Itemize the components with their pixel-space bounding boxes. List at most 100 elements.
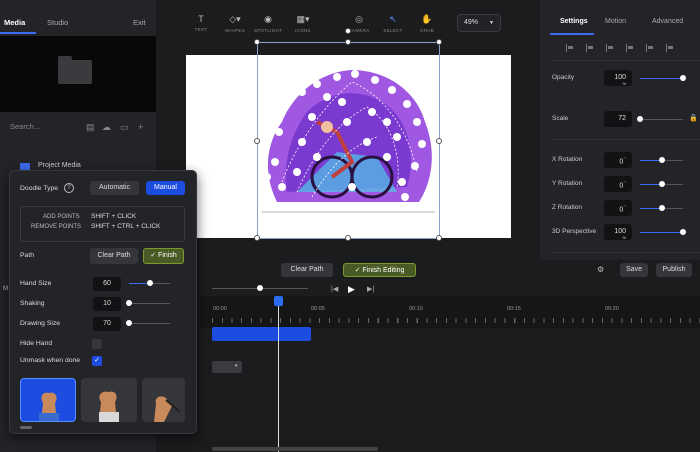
property-slider[interactable] bbox=[640, 78, 683, 79]
property-label: Z Rotation bbox=[552, 204, 582, 211]
resize-handle[interactable] bbox=[436, 39, 442, 45]
align-right-icon[interactable] bbox=[606, 44, 614, 52]
resize-handle[interactable] bbox=[254, 235, 260, 241]
property-label: Opacity bbox=[552, 74, 575, 81]
drawing-size-input[interactable]: 70 bbox=[93, 317, 121, 331]
property-input[interactable]: 72 bbox=[604, 111, 632, 127]
drawing-size-slider[interactable] bbox=[129, 323, 170, 324]
lock-icon[interactable]: 🔒 bbox=[689, 114, 698, 122]
hand-option[interactable] bbox=[81, 378, 137, 422]
resize-handle[interactable] bbox=[254, 39, 260, 45]
timeline-clip[interactable] bbox=[212, 327, 311, 341]
timeline-clip[interactable]: ● bbox=[212, 361, 242, 373]
active-tab-indicator bbox=[550, 33, 594, 35]
property-slider[interactable] bbox=[640, 119, 683, 120]
hand-icon bbox=[99, 391, 119, 422]
hand-option[interactable] bbox=[142, 378, 185, 422]
shaking-slider[interactable] bbox=[129, 303, 170, 304]
remove-points-label: REMOVE POINTS bbox=[31, 224, 82, 230]
app-window: Media Studio Exit Search... ▤ ☁ ▭ + Proj… bbox=[0, 0, 700, 452]
align-left-icon[interactable] bbox=[566, 44, 574, 52]
finish-editing-button[interactable]: ✓ Finish Editing bbox=[343, 263, 416, 277]
search-input[interactable]: Search... bbox=[10, 122, 40, 131]
property-slider-thumb[interactable] bbox=[658, 181, 665, 187]
skip-back-icon[interactable]: |◀ bbox=[331, 285, 338, 293]
manual-button[interactable]: Manual bbox=[146, 181, 185, 195]
drawing-size-thumb[interactable] bbox=[126, 320, 132, 326]
clear-path-button[interactable]: Clear Path bbox=[90, 248, 138, 264]
publish-button[interactable]: Publish bbox=[656, 263, 692, 277]
property-slider-thumb[interactable] bbox=[680, 229, 686, 235]
shaking-thumb[interactable] bbox=[126, 300, 132, 306]
align-center-icon[interactable] bbox=[586, 44, 594, 52]
playhead-knob[interactable] bbox=[274, 296, 283, 306]
property-slider-thumb[interactable] bbox=[658, 157, 665, 163]
tab-studio[interactable]: Studio bbox=[47, 18, 68, 27]
left-tabs: Media Studio Exit bbox=[0, 12, 156, 34]
divider bbox=[550, 252, 700, 253]
gear-icon[interactable]: ⚙ bbox=[597, 265, 604, 274]
exit-button[interactable]: Exit bbox=[133, 18, 146, 27]
tab-media[interactable]: Media bbox=[4, 18, 25, 27]
icons-icon: ▦▾ bbox=[296, 14, 310, 24]
zoom-select[interactable]: 49% ▼ bbox=[457, 14, 501, 32]
property-input[interactable]: 0 ° bbox=[604, 176, 632, 192]
timeline-zoom-thumb[interactable] bbox=[257, 285, 263, 291]
new-folder-icon[interactable]: ▭ bbox=[120, 122, 129, 133]
property-label: X Rotation bbox=[552, 156, 583, 163]
clear-path-button[interactable]: Clear Path bbox=[281, 263, 333, 277]
help-icon[interactable]: ? bbox=[64, 183, 74, 193]
property-input[interactable]: 0 ° bbox=[604, 200, 632, 216]
save-button[interactable]: Save bbox=[620, 263, 648, 277]
keyframe-icon: ● bbox=[234, 363, 238, 369]
rotate-handle[interactable] bbox=[345, 28, 351, 34]
play-icon[interactable]: ▶ bbox=[348, 284, 355, 295]
spotlight-tool[interactable]: ◉ SPOTLIGHT bbox=[248, 14, 288, 33]
tab-settings[interactable]: Settings bbox=[560, 18, 588, 25]
horizontal-scrollbar[interactable] bbox=[212, 447, 378, 451]
tab-advanced[interactable]: Advanced bbox=[652, 18, 683, 25]
playhead[interactable] bbox=[278, 296, 279, 452]
tab-motion[interactable]: Motion bbox=[605, 18, 626, 25]
grab-icon: ✋ bbox=[421, 14, 433, 24]
skip-forward-icon[interactable]: ▶| bbox=[367, 285, 374, 293]
popup-scrollbar[interactable] bbox=[20, 426, 32, 429]
icons-tool[interactable]: ▦▾ ICONS bbox=[283, 14, 323, 33]
resize-handle[interactable] bbox=[345, 235, 351, 241]
hand-icon bbox=[39, 392, 59, 421]
hand-size-thumb[interactable] bbox=[146, 280, 153, 286]
hand-size-input[interactable]: 60 bbox=[93, 277, 121, 291]
hand-option-selected[interactable] bbox=[20, 378, 76, 422]
project-media-label[interactable]: Project Media bbox=[38, 162, 81, 169]
folder-icon bbox=[58, 56, 92, 84]
align-middle-icon[interactable] bbox=[646, 44, 654, 52]
caption-icon[interactable]: ▤ bbox=[86, 122, 95, 133]
property-slider-thumb[interactable] bbox=[680, 75, 686, 81]
grab-tool[interactable]: ✋ GRAB bbox=[407, 14, 447, 33]
upload-icon[interactable]: ☁ bbox=[102, 122, 111, 133]
properties-panel bbox=[540, 0, 700, 260]
selection-box[interactable] bbox=[254, 28, 442, 241]
property-slider-thumb[interactable] bbox=[658, 205, 665, 211]
divider bbox=[550, 60, 700, 61]
resize-handle[interactable] bbox=[254, 138, 260, 144]
hide-hand-checkbox[interactable] bbox=[92, 339, 102, 349]
property-input[interactable]: 100 % bbox=[604, 224, 632, 240]
unmask-checkbox[interactable]: ✓ bbox=[92, 356, 102, 366]
property-input[interactable]: 100 % bbox=[604, 70, 632, 86]
add-icon[interactable]: + bbox=[138, 122, 143, 132]
automatic-button[interactable]: Automatic bbox=[90, 181, 139, 195]
resize-handle[interactable] bbox=[345, 39, 351, 45]
tick-label: 00:05 bbox=[311, 306, 325, 312]
resize-handle[interactable] bbox=[436, 235, 442, 241]
chevron-down-icon: ▼ bbox=[489, 20, 494, 26]
align-bottom-icon[interactable] bbox=[666, 44, 674, 52]
path-label: Path bbox=[20, 252, 34, 259]
property-input[interactable]: 0 ° bbox=[604, 152, 632, 168]
shaking-input[interactable]: 10 bbox=[93, 297, 121, 311]
property-slider-thumb[interactable] bbox=[637, 116, 643, 122]
align-top-icon[interactable] bbox=[626, 44, 634, 52]
finish-button[interactable]: ✓ Finish bbox=[143, 248, 184, 264]
property-slider[interactable] bbox=[640, 232, 683, 233]
resize-handle[interactable] bbox=[436, 138, 442, 144]
